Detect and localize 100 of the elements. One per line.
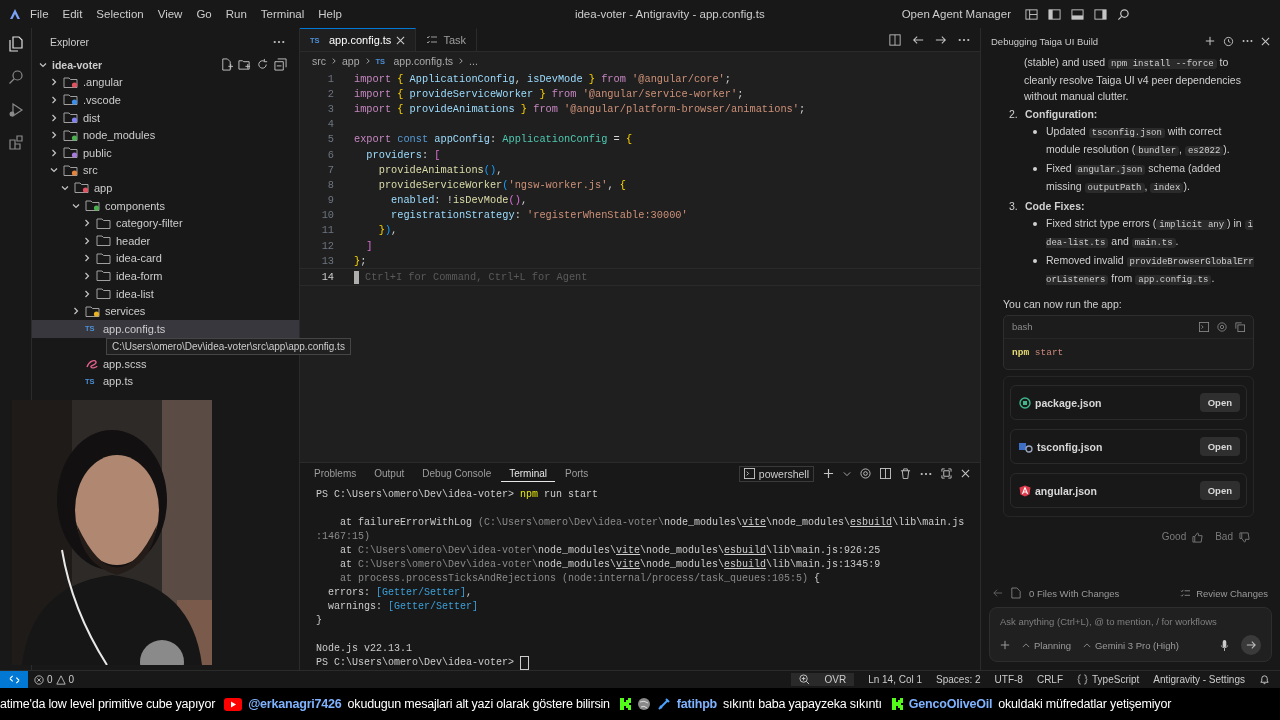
- panel-tab[interactable]: Output: [366, 465, 413, 482]
- status-item[interactable]: Antigravity - Settings: [1153, 674, 1245, 685]
- bell-icon[interactable]: [1259, 674, 1270, 685]
- bad-button[interactable]: Bad: [1215, 529, 1233, 545]
- agent-manager-link[interactable]: Open Agent Manager: [901, 8, 1011, 20]
- close-icon[interactable]: [961, 469, 970, 478]
- search-icon[interactable]: [1117, 7, 1130, 21]
- chevron-icon[interactable]: [49, 130, 59, 141]
- send-button[interactable]: [1241, 635, 1261, 655]
- copy-icon[interactable]: [1235, 322, 1245, 332]
- tree-item[interactable]: services: [32, 302, 299, 320]
- terminal-icon[interactable]: [1199, 322, 1209, 332]
- more-icon[interactable]: [273, 40, 285, 44]
- split-icon[interactable]: [880, 468, 891, 479]
- open-button[interactable]: Open: [1199, 481, 1240, 500]
- tree-item[interactable]: app.scss: [32, 355, 299, 373]
- tree-item[interactable]: header: [32, 231, 299, 250]
- collapse-icon[interactable]: [274, 58, 287, 72]
- zoom-icon[interactable]: [799, 674, 811, 685]
- remote-button[interactable]: [0, 671, 28, 688]
- panel-tab[interactable]: Debug Console: [414, 465, 500, 482]
- split-editor-icon[interactable]: [889, 33, 901, 46]
- menu-item[interactable]: Edit: [56, 6, 89, 22]
- tree-item[interactable]: idea-list: [32, 284, 299, 303]
- sidebar-toggle-icon[interactable]: [1048, 7, 1061, 21]
- status-item[interactable]: Ln 14, Col 1: [868, 674, 923, 685]
- tree-item[interactable]: public: [32, 143, 299, 162]
- tree-item[interactable]: category-filter: [32, 214, 299, 232]
- panel-tab[interactable]: Terminal: [501, 465, 555, 482]
- tree-item[interactable]: app: [32, 179, 299, 197]
- chevron-icon[interactable]: [71, 306, 81, 317]
- more-icon[interactable]: [920, 471, 932, 476]
- forward-arrow-icon[interactable]: [935, 33, 947, 46]
- menu-item[interactable]: View: [151, 6, 189, 22]
- chevron-icon[interactable]: [49, 95, 59, 105]
- history-icon[interactable]: [1223, 35, 1234, 47]
- tree-item[interactable]: node_modules: [32, 126, 299, 144]
- trash-icon[interactable]: [900, 468, 911, 479]
- status-item[interactable]: UTF-8: [994, 674, 1023, 685]
- menu-item[interactable]: Run: [219, 6, 253, 22]
- chevron-icon[interactable]: [49, 77, 59, 88]
- files-icon[interactable]: [7, 36, 24, 52]
- tree-item[interactable]: components: [32, 196, 299, 215]
- model-selector[interactable]: Gemini 3 Pro (High): [1083, 639, 1179, 651]
- menu-item[interactable]: File: [24, 6, 55, 22]
- chevron-icon[interactable]: [49, 147, 59, 158]
- more-icon[interactable]: [1242, 39, 1253, 43]
- language-mode[interactable]: TypeScript: [1077, 674, 1140, 685]
- at-sign-icon[interactable]: [860, 468, 871, 479]
- search-icon[interactable]: [7, 69, 24, 85]
- status-item[interactable]: CRLF: [1036, 674, 1064, 685]
- back-arrow-icon[interactable]: [912, 33, 924, 46]
- tree-item[interactable]: idea-card: [32, 249, 299, 268]
- secondary-sidebar-icon[interactable]: [1094, 7, 1107, 21]
- menu-item[interactable]: Terminal: [254, 6, 311, 22]
- app-logo-icon[interactable]: [8, 7, 22, 21]
- close-icon[interactable]: [1261, 36, 1270, 46]
- refresh-icon[interactable]: [256, 58, 269, 72]
- panel-tab[interactable]: Problems: [306, 465, 365, 482]
- new-folder-icon[interactable]: [238, 58, 251, 72]
- terminal-selector[interactable]: powershell: [738, 465, 814, 482]
- tree-item[interactable]: src: [32, 161, 299, 180]
- chevron-icon[interactable]: [82, 218, 92, 229]
- panel-toggle-icon[interactable]: [1071, 7, 1084, 21]
- chat-input[interactable]: Ask anything (Ctrl+L), @ to mention, / for workflows Planning Gemini 3 Pro (High): [989, 607, 1272, 662]
- layout-icon[interactable]: [1025, 7, 1038, 21]
- close-icon[interactable]: [396, 35, 406, 45]
- tree-item[interactable]: dist: [32, 108, 299, 127]
- at-sign-icon[interactable]: [1217, 322, 1227, 332]
- tree-item[interactable]: idea-form: [32, 267, 299, 285]
- thumbs-up-icon[interactable]: [1192, 531, 1204, 543]
- menu-item[interactable]: Go: [190, 6, 218, 22]
- good-button[interactable]: Good: [1161, 529, 1187, 545]
- review-changes-button[interactable]: Review Changes: [1180, 587, 1268, 599]
- tree-item[interactable]: .vscode: [32, 91, 299, 109]
- menu-item[interactable]: Selection: [90, 6, 150, 22]
- mode-selector[interactable]: Planning: [1022, 639, 1071, 651]
- chevron-icon[interactable]: [82, 253, 92, 264]
- tree-item[interactable]: idea-voter: [32, 56, 299, 74]
- panel-tab[interactable]: Ports: [557, 465, 597, 482]
- warning-count[interactable]: 0: [68, 674, 75, 685]
- error-count[interactable]: 0: [47, 674, 53, 685]
- microphone-icon[interactable]: [1220, 638, 1229, 652]
- breadcrumb-item[interactable]: app.config.ts: [393, 55, 454, 67]
- warning-icon[interactable]: [55, 674, 66, 685]
- add-icon[interactable]: [1205, 36, 1215, 46]
- new-file-icon[interactable]: [220, 58, 233, 72]
- tree-item[interactable]: .angular: [32, 73, 299, 92]
- thumbs-down-icon[interactable]: [1239, 531, 1250, 543]
- chevron-icon[interactable]: [82, 270, 92, 281]
- error-icon[interactable]: [34, 674, 44, 685]
- open-button[interactable]: Open: [1199, 437, 1240, 456]
- caret-icon[interactable]: [843, 469, 851, 478]
- menu-item[interactable]: Help: [312, 6, 348, 22]
- open-button[interactable]: Open: [1199, 393, 1240, 412]
- chevron-icon[interactable]: [82, 288, 92, 299]
- status-item[interactable]: Spaces: 2: [936, 674, 981, 685]
- extensions-icon[interactable]: [7, 135, 24, 151]
- more-icon[interactable]: [958, 37, 970, 42]
- chevron-icon[interactable]: [82, 235, 92, 246]
